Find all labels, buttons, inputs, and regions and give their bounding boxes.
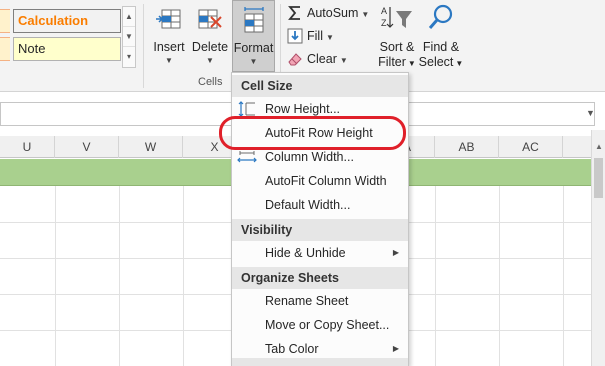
menu-item-label: AutoFit Column Width <box>265 174 387 188</box>
find-select-label-line1: Find & <box>422 40 460 54</box>
delete-button[interactable]: Delete ▼ <box>190 0 230 72</box>
chevron-down-icon: ▼ <box>206 56 214 65</box>
style-gallery-item-partial[interactable] <box>0 37 10 61</box>
scroll-up-icon[interactable]: ▲ <box>592 142 605 151</box>
chevron-down-icon: ▼ <box>407 59 416 68</box>
fill-label: Fill <box>307 29 323 43</box>
column-header[interactable]: W <box>119 136 183 158</box>
grid-line <box>435 186 436 366</box>
menu-item-label: Hide & Unhide <box>265 246 346 260</box>
sort-filter-button[interactable]: A Z Sort & Filter ▼ <box>376 0 418 72</box>
menu-item-autofit-column-width[interactable]: AutoFit Column Width <box>232 169 408 193</box>
chevron-down-icon[interactable]: ▼ <box>586 108 595 118</box>
magnifier-icon <box>428 4 453 29</box>
delete-cells-icon <box>198 9 222 29</box>
menu-item-hide-unhide[interactable]: Hide & Unhide ▶ <box>232 241 408 265</box>
chevron-down-icon: ▼ <box>249 57 258 66</box>
menu-item-label: Row Height... <box>265 102 341 116</box>
styles-gallery-scroller[interactable]: ▲ ▼ ▾ <box>122 6 136 68</box>
insert-button[interactable]: Insert ▼ <box>149 0 189 72</box>
gallery-down-icon[interactable]: ▼ <box>123 27 135 47</box>
menu-item-rename-sheet[interactable]: Rename Sheet <box>232 289 408 313</box>
column-header[interactable]: U <box>0 136 55 158</box>
find-select-button[interactable]: Find & Select ▼ <box>418 0 464 72</box>
grid-line <box>499 186 500 366</box>
style-gallery-item-partial[interactable] <box>0 9 10 33</box>
insert-cells-icon <box>156 9 181 29</box>
menu-section-header: Visibility <box>232 219 408 241</box>
scrollbar-thumb[interactable] <box>594 158 603 198</box>
column-width-icon <box>237 151 257 163</box>
chevron-down-icon: ▼ <box>455 59 464 68</box>
delete-label: Delete <box>191 40 229 54</box>
gallery-up-icon[interactable]: ▲ <box>123 7 135 27</box>
sort-filter-label-line2: Filter <box>378 55 406 69</box>
cells-group-label: Cells <box>198 76 223 88</box>
row-height-icon <box>238 101 255 117</box>
grid-line <box>183 186 184 366</box>
sort-filter-label-line1: Sort & <box>379 40 415 54</box>
menu-item-label: Column Width... <box>265 150 354 164</box>
menu-item-label: Move or Copy Sheet... <box>265 318 390 332</box>
column-header[interactable]: AB <box>435 136 499 158</box>
highlight-annotation-ring <box>219 116 406 150</box>
svg-text:Z: Z <box>381 18 387 28</box>
grid-line <box>563 186 564 366</box>
style-calculation[interactable]: Calculation <box>13 9 121 33</box>
gallery-more-icon[interactable]: ▾ <box>123 47 135 67</box>
menu-item-label: Tab Color <box>265 342 319 356</box>
format-cells-icon <box>243 7 264 33</box>
chevron-down-icon: ▼ <box>325 33 334 42</box>
group-divider <box>143 4 144 88</box>
column-header[interactable]: AC <box>499 136 563 158</box>
menu-item-label: Default Width... <box>265 198 351 212</box>
autosum-label: AutoSum <box>307 6 359 20</box>
find-select-label-line2: Select <box>418 55 454 69</box>
chevron-down-icon: ▼ <box>339 56 348 65</box>
chevron-down-icon: ▼ <box>361 10 370 19</box>
menu-item-label: Rename Sheet <box>265 294 349 308</box>
grid-line <box>119 186 120 366</box>
menu-item-move-copy-sheet[interactable]: Move or Copy Sheet... <box>232 313 408 337</box>
menu-section-header: Organize Sheets <box>232 267 408 289</box>
chevron-down-icon: ▼ <box>165 56 173 65</box>
svg-text:A: A <box>381 6 387 16</box>
eraser-icon <box>288 53 302 66</box>
grid-line <box>55 186 56 366</box>
menu-section-header <box>232 358 408 366</box>
vertical-scrollbar[interactable]: ▲ <box>591 130 605 366</box>
menu-item-default-width[interactable]: Default Width... <box>232 193 408 217</box>
format-label: Format <box>233 41 274 55</box>
menu-section-header: Cell Size <box>232 75 408 97</box>
clear-label: Clear <box>307 52 337 66</box>
style-note[interactable]: Note <box>13 37 121 61</box>
chevron-right-icon: ▶ <box>392 248 399 257</box>
column-header[interactable]: V <box>55 136 119 158</box>
sigma-icon <box>288 6 300 20</box>
format-button[interactable]: Format ▼ <box>232 0 275 72</box>
insert-label: Insert <box>153 40 185 54</box>
fill-down-icon <box>287 28 303 44</box>
sort-filter-icon: A Z <box>381 6 412 28</box>
